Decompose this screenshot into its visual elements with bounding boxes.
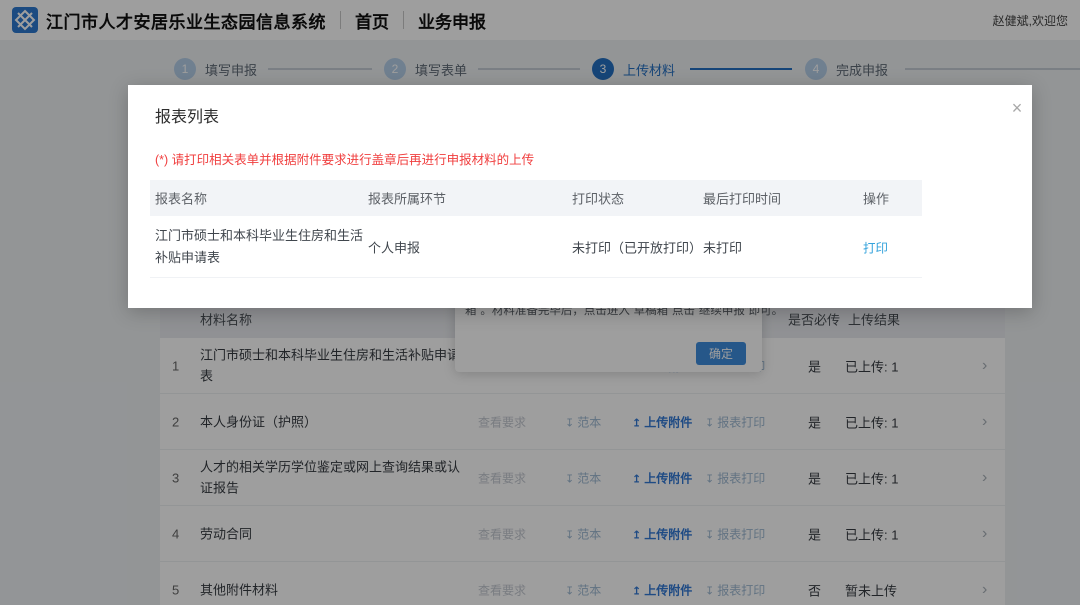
- col-operation: 操作: [863, 191, 890, 207]
- report-table: 报表名称 报表所属环节 打印状态 最后打印时间 操作 江门市硕士和本科毕业生住房…: [150, 180, 922, 278]
- report-print-status: 未打印（已开放打印）: [572, 240, 703, 255]
- print-notice-text: (*) 请打印相关表单并根据附件要求进行盖章后再进行申报材料的上传: [155, 153, 535, 167]
- report-table-header: 报表名称 报表所属环节 打印状态 最后打印时间 操作: [150, 180, 922, 216]
- col-report-stage: 报表所属环节: [368, 191, 447, 207]
- col-print-status: 打印状态: [572, 191, 625, 207]
- page-root: 江门市人才安居乐业生态园信息系统 首页 业务申报 赵健斌,欢迎您 1 填写申报 …: [0, 0, 1080, 605]
- report-name: 江门市硕士和本科毕业生住房和生活补贴申请表: [155, 227, 364, 265]
- print-link[interactable]: 打印: [863, 237, 888, 256]
- modal-title: 报表列表: [155, 109, 220, 126]
- report-last-print-time: 未打印: [703, 240, 743, 255]
- col-last-print-time: 最后打印时间: [703, 191, 782, 207]
- col-report-name: 报表名称: [155, 191, 208, 207]
- report-stage: 个人申报: [368, 240, 421, 255]
- report-row: 江门市硕士和本科毕业生住房和生活补贴申请表 个人申报 未打印（已开放打印） 未打…: [150, 216, 922, 278]
- report-list-modal: 报表列表 × (*) 请打印相关表单并根据附件要求进行盖章后再进行申报材料的上传…: [128, 85, 1032, 308]
- close-icon[interactable]: ×: [1006, 97, 1028, 119]
